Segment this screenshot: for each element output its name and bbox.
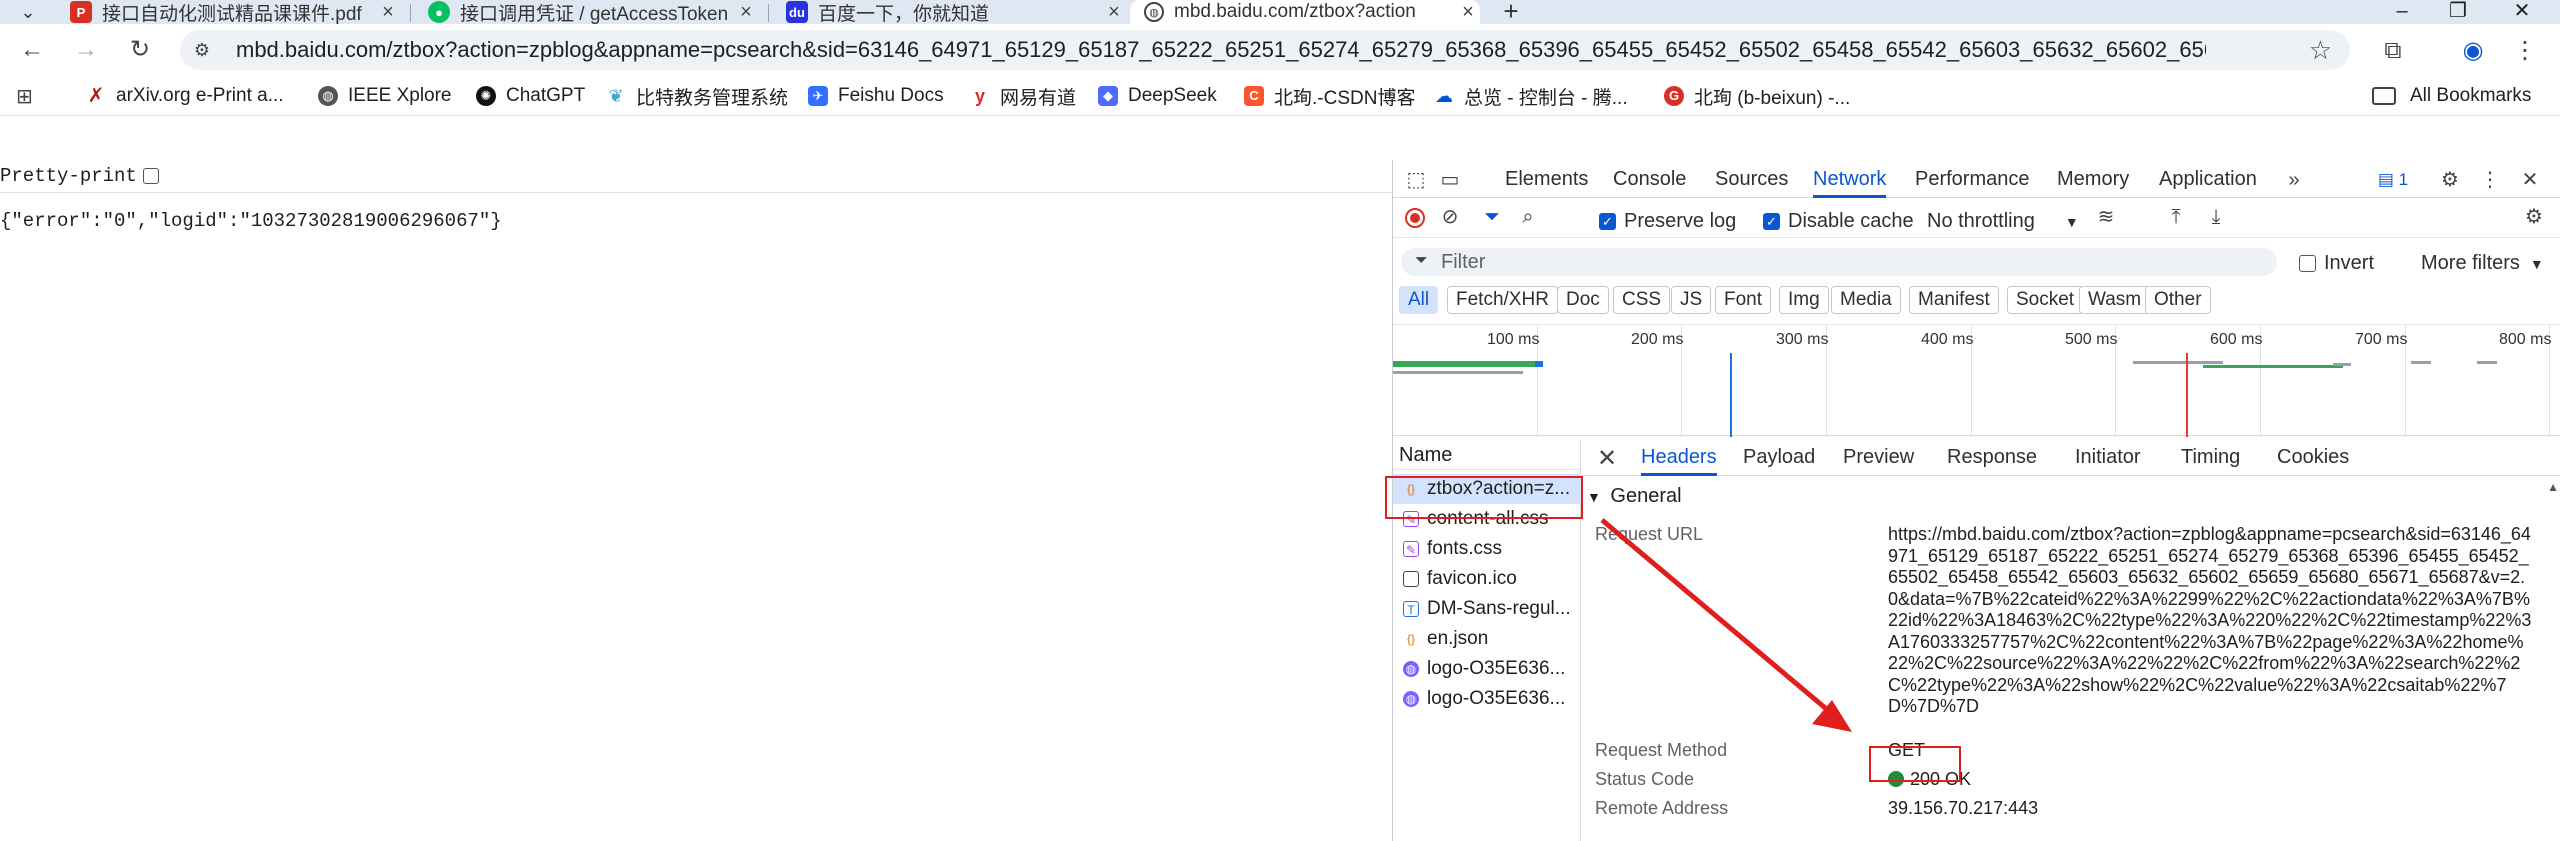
annotation-arrow-line (1600, 518, 1832, 714)
annotation-arrow (1600, 518, 1852, 732)
